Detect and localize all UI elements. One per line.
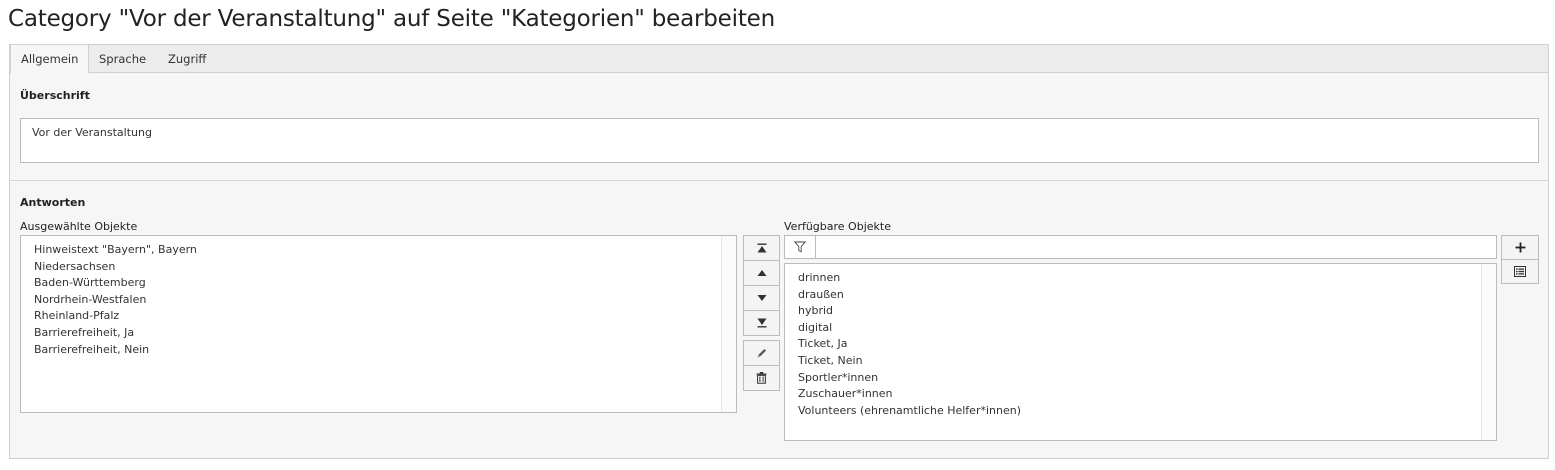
move-up-button[interactable] [743, 260, 780, 286]
filter-icon-box [785, 236, 816, 258]
list-item[interactable]: Hinweistext "Bayern", Bayern [34, 242, 723, 259]
list-view-button[interactable] [1501, 259, 1539, 284]
answers-section-label: Antworten [20, 196, 86, 209]
list-item[interactable]: Niedersachsen [34, 259, 723, 276]
trash-icon [756, 372, 767, 384]
list-item[interactable]: digital [798, 320, 1483, 337]
move-down-button[interactable] [743, 285, 780, 311]
move-to-bottom-icon [757, 318, 766, 328]
available-objects-list[interactable]: drinnen draußen hybrid digital Ticket, Ja Tic… [784, 263, 1497, 441]
page-title: Category "Vor der Veranstaltung" auf Sei… [8, 6, 775, 32]
add-button[interactable] [1501, 235, 1539, 260]
list-item[interactable]: Ticket, Nein [798, 353, 1483, 370]
list-icon [1514, 266, 1526, 277]
pencil-icon [757, 349, 766, 358]
move-to-bottom-button[interactable] [743, 310, 780, 336]
list-item[interactable]: hybrid [798, 303, 1483, 320]
filter-input[interactable] [817, 236, 1496, 258]
heading-input[interactable]: Vor der Veranstaltung [20, 118, 1539, 163]
list-item[interactable]: Rheinland-Pfalz [34, 308, 723, 325]
tab-sprache[interactable]: Sprache [89, 45, 156, 74]
list-item[interactable]: Sportler*innen [798, 370, 1483, 387]
list-item[interactable]: Nordrhein-Westfalen [34, 292, 723, 309]
list-item[interactable]: Zuschauer*innen [798, 386, 1483, 403]
heading-section-label: Überschrift [20, 89, 90, 102]
section-divider [10, 180, 1548, 181]
selected-list-scrollbar[interactable] [721, 236, 736, 412]
available-list-scrollbar[interactable] [1481, 264, 1496, 440]
tab-allgemein[interactable]: Allgemein [10, 44, 90, 74]
delete-button[interactable] [743, 365, 780, 391]
edit-form-panel: Allgemein Sprache Zugriff Überschrift Vo… [9, 44, 1549, 459]
selected-objects-label: Ausgewählte Objekte [20, 220, 138, 233]
list-item[interactable]: drinnen [798, 270, 1483, 287]
selected-actions [743, 235, 780, 391]
edit-button[interactable] [743, 340, 780, 366]
tab-zugriff[interactable]: Zugriff [158, 45, 216, 74]
list-item[interactable]: Baden-Württemberg [34, 275, 723, 292]
tab-bar: Allgemein Sprache Zugriff [10, 44, 1548, 74]
list-item[interactable]: draußen [798, 287, 1483, 304]
selected-objects-list[interactable]: Hinweistext "Bayern", Bayern Niedersachse… [20, 235, 737, 413]
filter-icon [794, 241, 806, 253]
move-to-top-icon [757, 243, 766, 253]
plus-icon [1515, 242, 1525, 253]
list-item[interactable]: Barrierefreiheit, Ja [34, 325, 723, 342]
list-item[interactable]: Volunteers (ehrenamtliche Helfer*innen) [798, 403, 1483, 420]
move-down-icon [757, 295, 766, 301]
available-filter [784, 235, 1497, 259]
available-actions [1501, 235, 1539, 284]
list-item[interactable]: Ticket, Ja [798, 336, 1483, 353]
list-item[interactable]: Barrierefreiheit, Nein [34, 342, 723, 359]
available-objects-label: Verfügbare Objekte [784, 220, 891, 233]
move-to-top-button[interactable] [743, 235, 780, 261]
move-up-icon [757, 270, 766, 276]
